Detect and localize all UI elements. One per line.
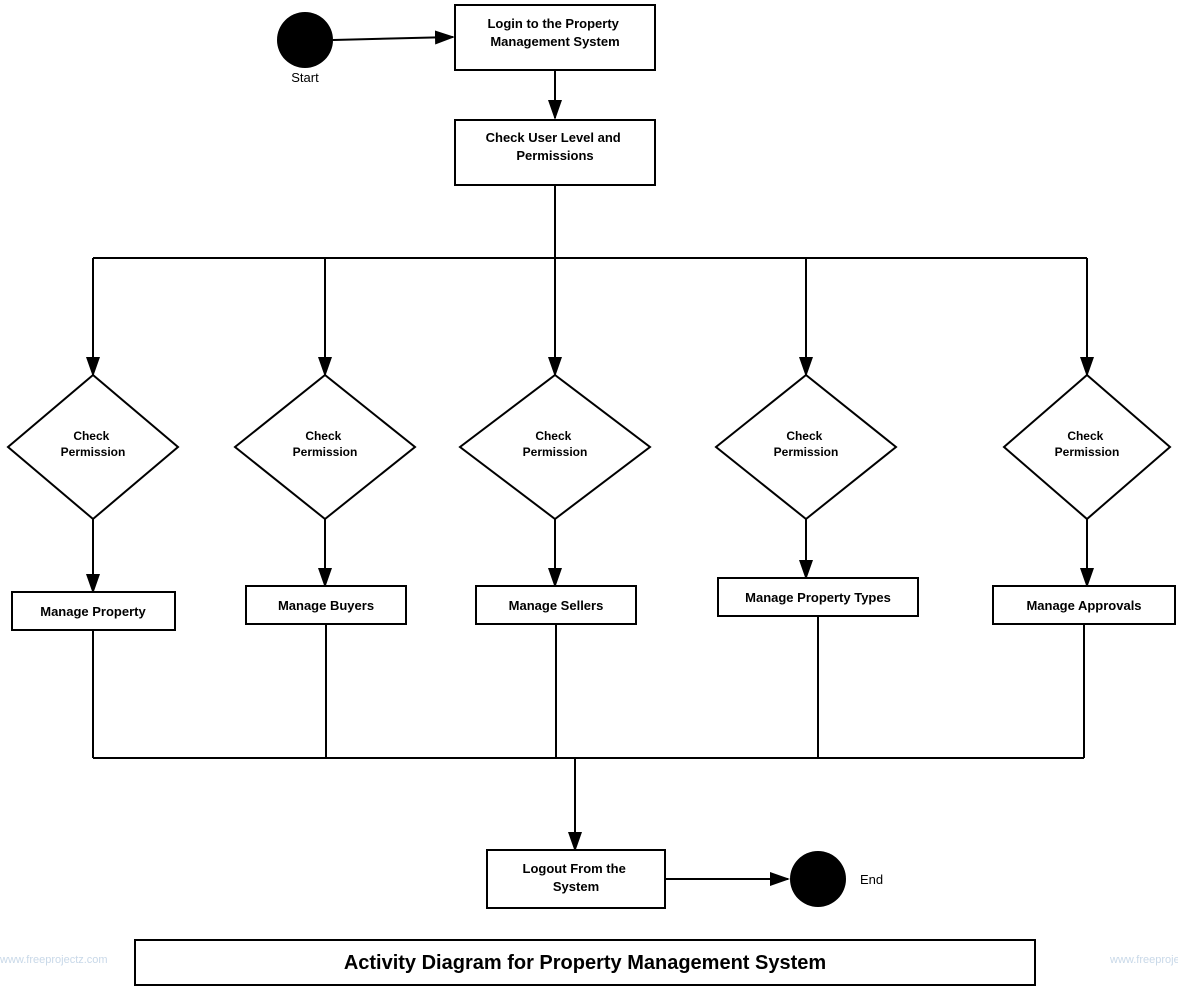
start-node [277, 12, 333, 68]
manage-buyers-text: Manage Buyers [278, 598, 374, 613]
diagram-title: Activity Diagram for Property Management… [344, 952, 826, 974]
manage-prop-types-text: Manage Property Types [745, 590, 891, 605]
end-node [790, 851, 846, 907]
manage-property-text: Manage Property [40, 604, 146, 619]
end-label: End [860, 872, 883, 887]
diagram-container: Start Login to the Property Management S… [0, 0, 1178, 994]
start-label: Start [291, 70, 319, 85]
manage-sellers-text: Manage Sellers [509, 598, 604, 613]
manage-approvals-text: Manage Approvals [1026, 598, 1141, 613]
